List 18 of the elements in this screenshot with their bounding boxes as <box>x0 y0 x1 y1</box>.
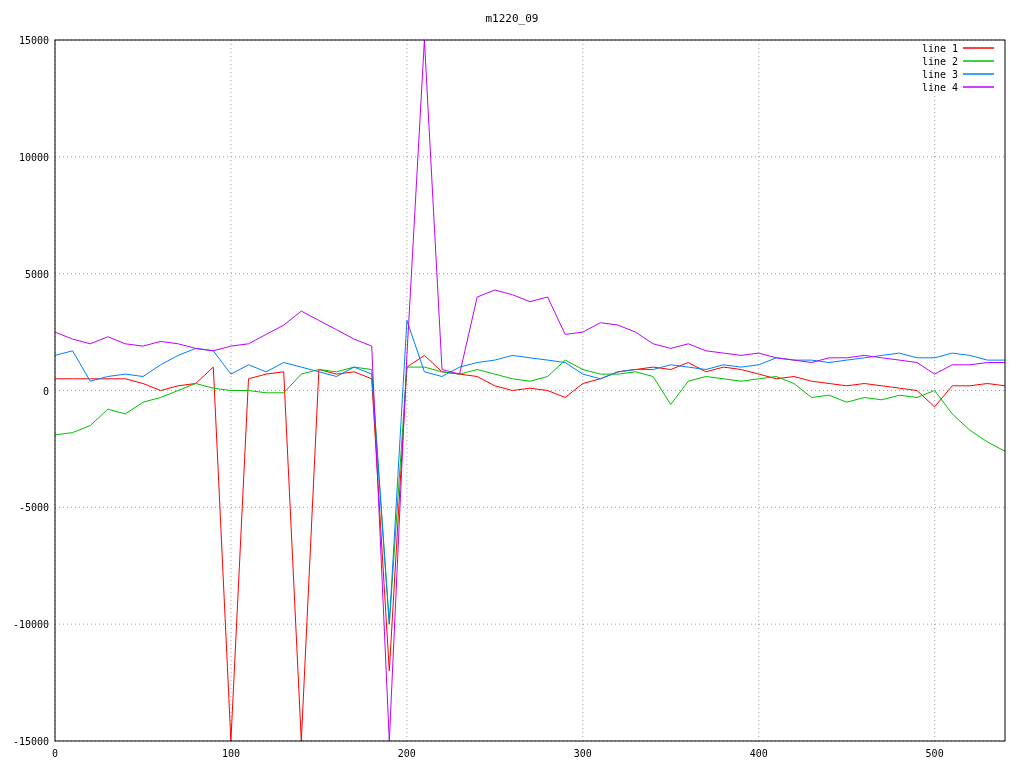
legend-label: line 2 <box>921 56 958 67</box>
y-tick-label: -5000 <box>18 502 49 514</box>
x-tick-label: 0 <box>52 748 58 759</box>
x-tick-label: 200 <box>397 748 416 759</box>
y-tick-label: 0 <box>42 385 49 397</box>
x-tick-label: 300 <box>573 748 592 759</box>
x-tick-label: 500 <box>925 748 944 759</box>
legend-label: line 1 <box>921 43 958 54</box>
legend-label: line 3 <box>921 69 958 80</box>
chart-title: m1220_09 <box>485 12 539 25</box>
y-tick-label: -10000 <box>12 619 49 631</box>
legend-label: line 4 <box>921 82 958 93</box>
x-tick-label: 400 <box>749 748 768 759</box>
y-tick-label: 5000 <box>24 268 49 280</box>
y-tick-label: -15000 <box>12 736 49 747</box>
y-tick-label: 10000 <box>18 151 49 163</box>
y-tick-label: 15000 <box>18 35 49 46</box>
x-tick-label: 100 <box>221 748 240 759</box>
